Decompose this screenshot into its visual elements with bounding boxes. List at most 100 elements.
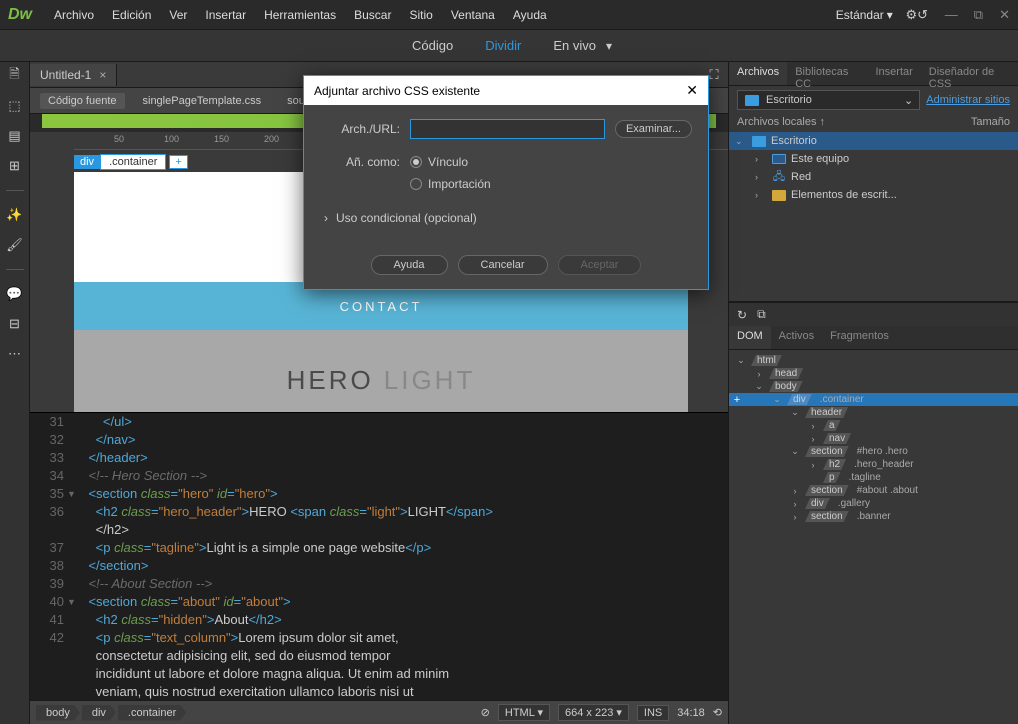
site-dropdown[interactable]: Escritorio ⌄ [737,90,920,110]
conditional-use-toggle[interactable]: › Uso condicional (opcional) [320,207,692,237]
sync-icon[interactable]: ⟲ [713,706,722,719]
dimensions-display[interactable]: 664 x 223 ▾ [558,704,629,721]
chevron-down-icon: ⌄ [904,94,913,107]
brush-icon[interactable]: 🖌 [7,237,23,253]
menu-buscar[interactable]: Buscar [346,4,399,26]
breadcrumb-container[interactable]: .container [118,705,186,721]
dom-row[interactable]: ›section.banner [729,510,1018,523]
menu-edicion[interactable]: Edición [104,4,159,26]
wand-icon[interactable]: ✨ [7,207,23,223]
dom-toolbar: ↻ ⧉ [729,303,1018,326]
css-file-tab[interactable]: singlePageTemplate.css [135,93,270,109]
more-icon[interactable]: ⋯ [7,346,23,362]
comment-icon[interactable]: 💬 [7,286,23,302]
tree-row[interactable]: ›🖧Red [729,168,1018,186]
tab-dom[interactable]: DOM [729,326,771,349]
tree-row[interactable]: ›Elementos de escrit... [729,186,1018,204]
chevron-down-icon: ▾ [887,8,893,22]
source-code-tab[interactable]: Código fuente [40,93,125,109]
expand-icon[interactable]: ⊞ [7,158,23,174]
radio-link[interactable]: Vínculo [410,155,491,169]
menu-insertar[interactable]: Insertar [197,4,254,26]
view-code[interactable]: Código [406,34,459,57]
dom-row[interactable]: ⌄html [729,354,1018,367]
right-panel: Archivos Bibliotecas CC Insertar Diseñad… [728,62,1018,724]
dom-row[interactable]: ›div.gallery [729,497,1018,510]
selected-class[interactable]: .container [100,154,166,170]
menu-ventana[interactable]: Ventana [443,4,503,26]
dom-row[interactable]: ⌄body [729,380,1018,393]
menu-herramientas[interactable]: Herramientas [256,4,344,26]
dom-row[interactable]: ›head [729,367,1018,380]
files-tree: ⌄Escritorio›Este equipo›🖧Red›Elementos d… [729,130,1018,301]
dom-row[interactable]: ›nav [729,432,1018,445]
dialog-titlebar[interactable]: Adjuntar archivo CSS existente ✕ [304,76,708,105]
refresh-icon[interactable]: ↻ [737,308,747,322]
show-hidden-icon[interactable]: ▤ [7,128,23,144]
top-right-controls: Estándar▾ ⚙↺ — ⧉ ✕ [830,6,1010,24]
maximize-button[interactable]: ⧉ [974,7,983,23]
selected-tag[interactable]: div [74,155,100,169]
radio-icon [410,156,422,168]
add-as-label: Añ. como: [320,155,400,169]
menu-ayuda[interactable]: Ayuda [505,4,555,26]
manage-sites-link[interactable]: Administrar sitios [926,94,1010,106]
menu-ver[interactable]: Ver [161,4,195,26]
error-icon[interactable]: ⊘ [481,706,490,719]
dom-row[interactable]: ⌄section#hero .hero [729,445,1018,458]
menu-archivo[interactable]: Archivo [46,4,102,26]
tree-row[interactable]: ⌄Escritorio [729,132,1018,150]
close-button[interactable]: ✕ [999,7,1010,23]
tab-insertar[interactable]: Insertar [867,62,920,85]
breadcrumb-body[interactable]: body [36,705,80,721]
tab-bibliotecas[interactable]: Bibliotecas CC [787,62,867,85]
add-as-radio-group: Vínculo Importación [410,155,491,191]
dom-row[interactable]: ›a [729,419,1018,432]
top-menubar: Dw Archivo Edición Ver Insertar Herramie… [0,0,1018,30]
view-switcher: Código Dividir En vivo▾ [0,30,1018,62]
dom-row[interactable]: ›h2.hero_header [729,458,1018,471]
tab-close-icon[interactable]: × [99,68,106,82]
file-url-input[interactable] [410,119,605,139]
cursor-position: 34:18 [677,707,705,719]
app-logo: Dw [8,6,32,24]
dom-row[interactable]: p.tagline [729,471,1018,484]
tab-activos[interactable]: Activos [771,326,822,349]
view-split[interactable]: Dividir [479,34,527,57]
add-selector-button[interactable]: + [169,155,187,169]
file-icon[interactable]: 🗎 [7,68,23,84]
dialog-footer: Ayuda Cancelar Aceptar [304,247,708,289]
breadcrumb-div[interactable]: div [82,705,116,721]
doc-tab-right: ⛶ [706,67,728,83]
language-selector[interactable]: HTML ▾ [498,704,550,721]
minimize-button[interactable]: — [945,7,958,23]
folder-icon [745,95,759,106]
code-editor[interactable]: 31 </ul>32 </nav>33 </header>34 <!-- Her… [30,412,728,700]
tree-row[interactable]: ›Este equipo [729,150,1018,168]
dom-row[interactable]: ⌄header [729,406,1018,419]
insert-mode[interactable]: INS [637,705,669,721]
browse-button[interactable]: Examinar... [615,120,692,138]
tab-fragmentos[interactable]: Fragmentos [822,326,897,349]
document-tab-label: Untitled-1 [40,68,91,82]
document-tab[interactable]: Untitled-1 × [30,64,117,86]
dom-row[interactable]: ›section#about .about [729,484,1018,497]
accept-button[interactable]: Aceptar [558,255,642,275]
tab-css-designer[interactable]: Diseñador de CSS [921,62,1018,85]
dialog-close-button[interactable]: ✕ [686,82,698,99]
collapse-all-icon[interactable]: ⧉ [757,307,766,322]
menu-sitio[interactable]: Sitio [401,4,440,26]
workspace-dropdown[interactable]: Estándar▾ [830,6,899,24]
manage-sites-icon[interactable]: ⬚ [7,98,23,114]
file-url-label: Arch./URL: [320,122,400,136]
sync-settings-icon[interactable]: ⚙↺ [909,7,925,23]
cancel-button[interactable]: Cancelar [458,255,548,275]
help-button[interactable]: Ayuda [371,255,448,275]
collapse-icon[interactable]: ⊟ [7,316,23,332]
view-live-dropdown[interactable]: En vivo▾ [547,34,612,57]
tab-archivos[interactable]: Archivos [729,62,787,85]
status-bar: body div .container ⊘ HTML ▾ 664 x 223 ▾… [30,700,728,724]
dom-add-button[interactable]: + [729,394,745,406]
dom-row[interactable]: +⌄div.container [729,393,1018,406]
radio-import[interactable]: Importación [410,177,491,191]
